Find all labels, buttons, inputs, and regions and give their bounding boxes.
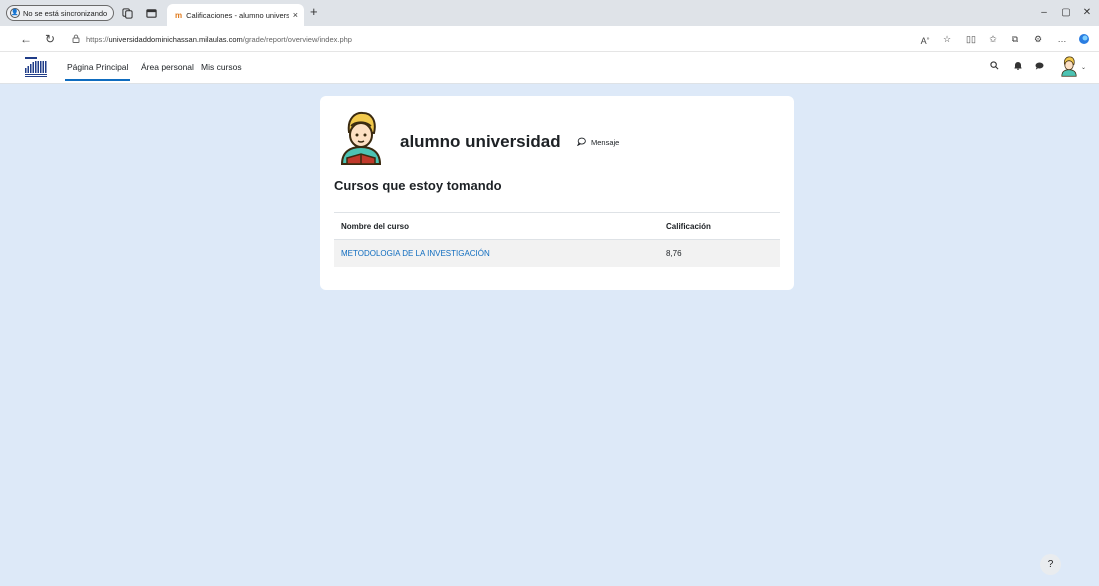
lock-icon [72, 30, 80, 48]
back-arrow-icon[interactable]: ← [18, 31, 34, 47]
nav-area-personal[interactable]: Área personal [141, 62, 194, 72]
grade-cell: 8,76 [666, 249, 682, 258]
favorite-star-icon[interactable]: ☆ [940, 33, 954, 45]
message-label: Mensaje [591, 138, 620, 147]
profile-sync-label: No se está sincronizando [23, 8, 108, 18]
tab-close-icon[interactable]: × [293, 10, 298, 20]
tab-calificaciones[interactable]: m Calificaciones - alumno universic × [167, 4, 304, 26]
table-header-row: Nombre del curso Calificación [334, 213, 780, 240]
message-bubble-icon [576, 137, 586, 148]
split-screen-icon[interactable]: ▯▯ [964, 33, 978, 45]
nav-pagina-principal[interactable]: Página Principal [64, 62, 131, 81]
more-options-icon[interactable]: … [1055, 33, 1069, 45]
messages-chat-icon[interactable] [1032, 61, 1046, 75]
search-icon[interactable] [987, 61, 1001, 75]
grades-overview-card: alumno universidad Mensaje Cursos que es… [320, 96, 794, 290]
tab-title: Calificaciones - alumno universic [186, 10, 289, 20]
extensions-icon[interactable]: ⚙ [1031, 33, 1045, 45]
nav-mis-cursos[interactable]: Mis cursos [201, 62, 242, 72]
help-button[interactable]: ? [1040, 554, 1061, 575]
window-close-button[interactable]: ✕ [1080, 6, 1094, 20]
grades-table: Nombre del curso Calificación METODOLOGI… [334, 212, 780, 267]
notifications-bell-icon[interactable] [1011, 61, 1025, 75]
collections-icon[interactable]: ⧉ [1008, 33, 1022, 45]
profile-avatar-image [338, 108, 384, 166]
message-button[interactable]: Mensaje [576, 137, 620, 148]
read-aloud-icon[interactable]: A» [918, 33, 932, 47]
favorites-bar-icon[interactable]: ✩ [986, 33, 1000, 45]
course-cell: METODOLOGIA DE LA INVESTIGACIÓN [334, 249, 666, 258]
table-row: METODOLOGIA DE LA INVESTIGACIÓN 8,76 [334, 240, 780, 267]
refresh-icon[interactable]: ↻ [42, 31, 58, 47]
user-full-name: alumno universidad [400, 132, 561, 151]
profile-sync-button[interactable]: 👤 No se está sincronizando [6, 5, 115, 21]
workspaces-icon[interactable] [120, 6, 134, 20]
moodle-favicon-icon: m [175, 10, 183, 20]
course-link[interactable]: METODOLOGIA DE LA INVESTIGACIÓN [341, 249, 490, 258]
tab-actions-icon[interactable] [144, 6, 158, 20]
address-bar[interactable]: https://universidaddominichassan.milaula… [72, 30, 892, 48]
column-header-course: Nombre del curso [341, 221, 410, 231]
copilot-icon[interactable] [1077, 33, 1091, 48]
column-header-grade: Calificación [666, 221, 711, 231]
site-navbar: Página Principal Área personal Mis curso… [0, 52, 1099, 84]
site-logo[interactable] [24, 55, 48, 79]
courses-section-title: Cursos que estoy tomando [334, 178, 502, 193]
user-menu-chevron-down-icon[interactable]: ⌄ [1081, 64, 1086, 71]
browser-tab-bar: 👤 No se está sincronizando m Calificacio… [0, 0, 1099, 26]
address-bar-row: ← ↻ https://universidaddominichassan.mil… [0, 26, 1099, 52]
profile-icon: 👤 [10, 8, 20, 18]
new-tab-button[interactable]: + [310, 3, 318, 21]
user-avatar[interactable] [1058, 55, 1080, 77]
minimize-button[interactable]: – [1037, 6, 1051, 20]
restore-button[interactable]: ▢ [1059, 6, 1073, 20]
url-text: https://universidaddominichassan.milaula… [86, 34, 352, 44]
